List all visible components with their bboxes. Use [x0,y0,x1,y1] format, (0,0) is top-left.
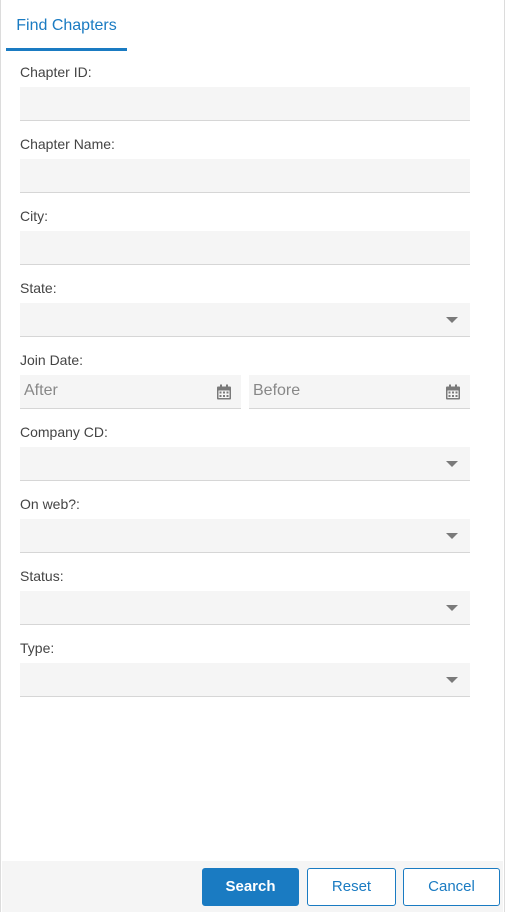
chevron-down-icon [446,677,458,683]
type-select[interactable] [20,663,470,697]
city-input[interactable] [20,231,470,265]
status-label: Status: [20,568,64,584]
join-date-label: Join Date: [20,352,84,368]
type-label: Type: [20,640,55,656]
company-cd-label: Company CD: [20,424,108,440]
chapter-id-label: Chapter ID: [20,64,92,80]
chevron-down-icon [446,605,458,611]
chapter-name-label: Chapter Name: [20,136,115,152]
chapter-id-input[interactable] [20,87,470,121]
company-cd-select[interactable] [20,447,470,481]
cancel-button[interactable]: Cancel [403,868,500,906]
search-button[interactable]: Search [202,868,299,906]
chevron-down-icon [446,533,458,539]
chevron-down-icon [446,317,458,323]
status-select[interactable] [20,591,470,625]
calendar-icon[interactable] [445,384,461,400]
state-select[interactable] [20,303,470,337]
chapter-name-input[interactable] [20,159,470,193]
find-chapters-panel: Find Chapters Chapter ID: Chapter Name: … [0,0,505,912]
join-date-after-field [20,375,241,409]
reset-button[interactable]: Reset [307,868,396,906]
join-date-after-input[interactable] [20,375,208,407]
on-web-select[interactable] [20,519,470,553]
join-date-before-input[interactable] [249,375,437,407]
on-web-label: On web?: [20,496,80,512]
chevron-down-icon [446,461,458,467]
tab-find-chapters[interactable]: Find Chapters [6,0,127,51]
city-label: City: [20,208,48,224]
join-date-before-field [249,375,470,409]
state-label: State: [20,280,57,296]
calendar-icon[interactable] [216,384,232,400]
